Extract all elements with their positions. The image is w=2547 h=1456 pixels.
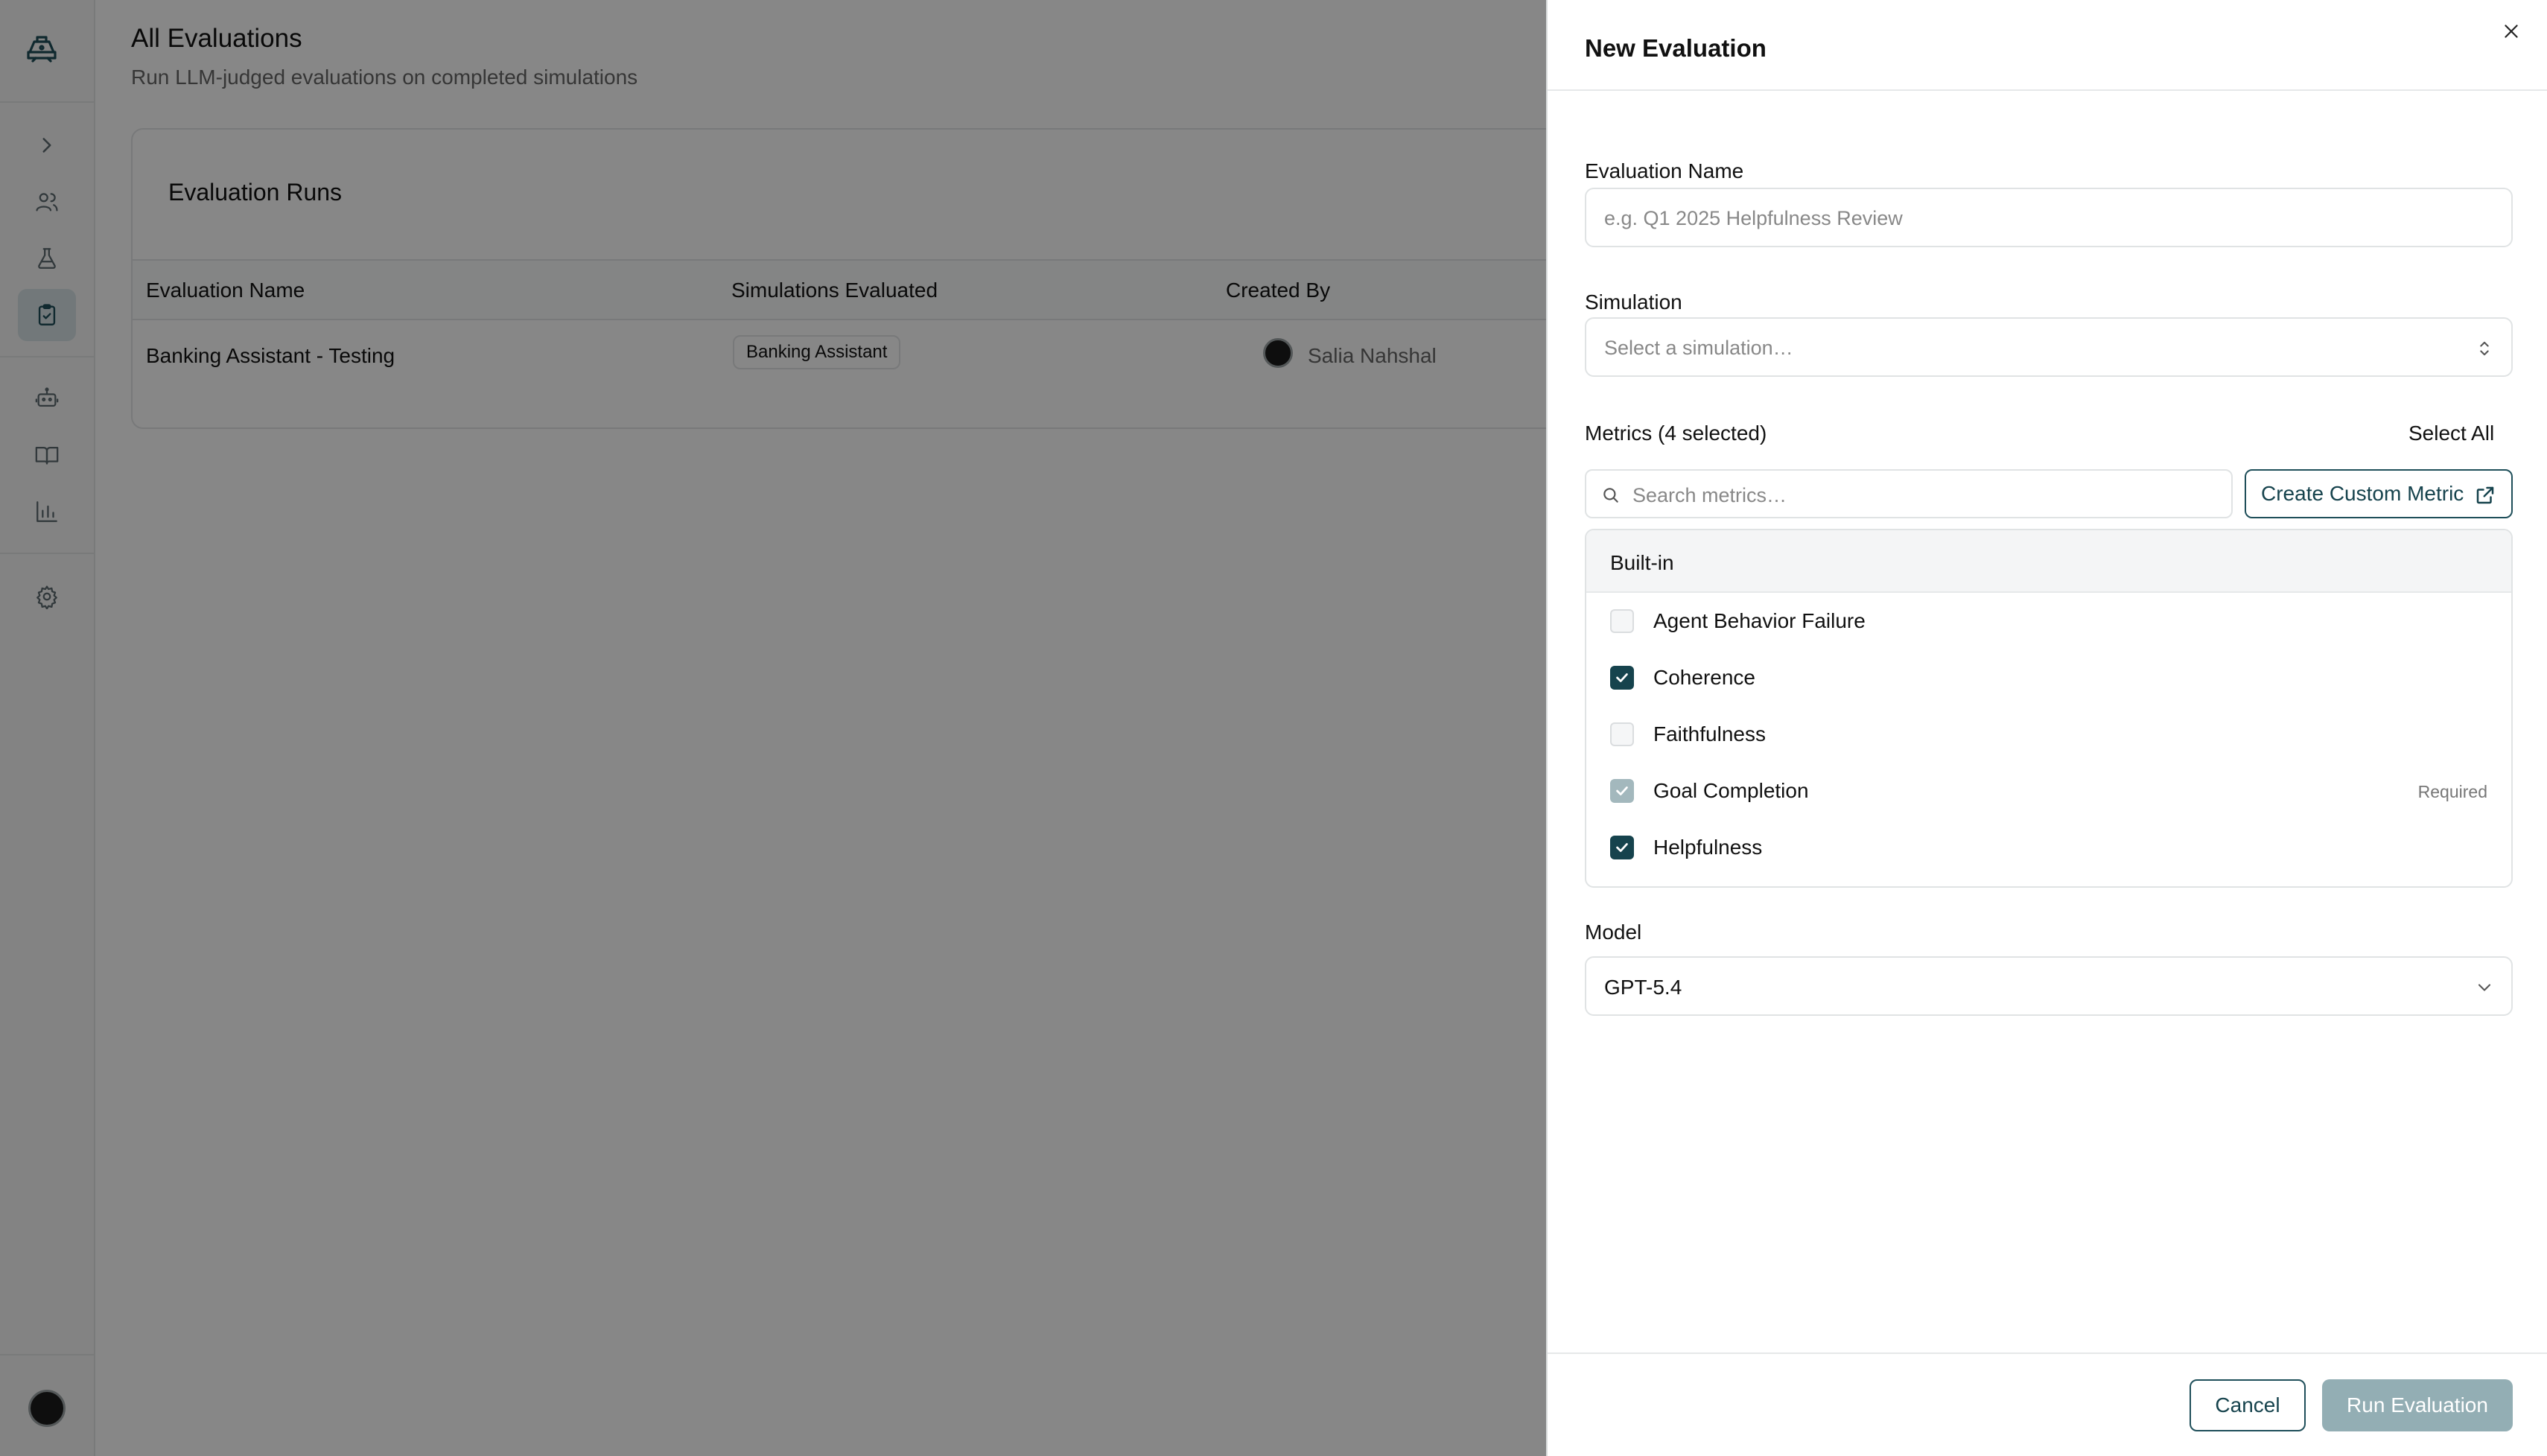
evaluation-name-input[interactable]: e.g. Q1 2025 Helpfulness Review bbox=[1585, 188, 2513, 247]
checkmark-icon bbox=[1616, 786, 1628, 795]
close-button[interactable] bbox=[2498, 18, 2525, 45]
simulation-select[interactable]: Select a simulation… bbox=[1585, 317, 2513, 377]
metrics-group-label: Built-in bbox=[1610, 551, 1674, 574]
metric-item-faithfulness[interactable]: Faithfulness bbox=[1586, 706, 2511, 763]
model-value: GPT-5.4 bbox=[1604, 976, 1682, 999]
drawer-footer-divider bbox=[1548, 1352, 2547, 1354]
chevrons-up-down-icon bbox=[2480, 341, 2489, 356]
evaluation-name-placeholder: e.g. Q1 2025 Helpfulness Review bbox=[1604, 207, 1903, 229]
metric-name: Coherence bbox=[1653, 666, 1755, 689]
metric-item-agent-behavior-failure[interactable]: Agent Behavior Failure bbox=[1586, 593, 2511, 649]
metrics-group-header: Built-in bbox=[1586, 530, 2511, 593]
metric-name: Faithfulness bbox=[1653, 722, 1766, 746]
cancel-button[interactable]: Cancel bbox=[2190, 1379, 2306, 1431]
metric-name: Helpfulness bbox=[1653, 836, 1763, 859]
create-custom-metric-button[interactable]: Create Custom Metric bbox=[2245, 469, 2513, 518]
new-evaluation-drawer: New Evaluation Evaluation Name e.g. Q1 2… bbox=[1546, 0, 2547, 1456]
run-evaluation-button[interactable]: Run Evaluation bbox=[2322, 1379, 2513, 1431]
metric-item-coherence[interactable]: Coherence bbox=[1586, 649, 2511, 706]
simulation-placeholder: Select a simulation… bbox=[1604, 337, 1793, 359]
metric-checkbox[interactable] bbox=[1610, 666, 1634, 690]
metric-name: Agent Behavior Failure bbox=[1653, 609, 1866, 632]
metrics-search-input[interactable]: Search metrics… bbox=[1585, 469, 2233, 518]
external-link-icon bbox=[2476, 486, 2494, 504]
close-icon bbox=[2505, 25, 2518, 38]
model-label: Model bbox=[1585, 921, 1642, 944]
metrics-list: Built-in Agent Behavior Failure Coherenc… bbox=[1585, 529, 2513, 888]
drawer-divider bbox=[1548, 89, 2547, 91]
select-all-button[interactable]: Select All bbox=[2408, 422, 2494, 445]
search-icon bbox=[1603, 488, 1618, 503]
create-custom-metric-label: Create Custom Metric bbox=[2261, 482, 2464, 505]
metric-checkbox[interactable] bbox=[1610, 836, 1634, 859]
simulation-label: Simulation bbox=[1585, 290, 1682, 314]
metric-item-goal-completion: Goal Completion Required bbox=[1586, 763, 2511, 819]
metrics-label: Metrics (4 selected) bbox=[1585, 422, 1767, 445]
drawer-title: New Evaluation bbox=[1585, 34, 1767, 62]
required-badge: Required bbox=[2417, 782, 2487, 801]
metrics-search-placeholder: Search metrics… bbox=[1632, 484, 1787, 506]
metric-checkbox[interactable] bbox=[1610, 609, 1634, 633]
model-select[interactable]: GPT-5.4 bbox=[1585, 956, 2513, 1016]
metric-item-helpfulness[interactable]: Helpfulness bbox=[1586, 819, 2511, 876]
metric-checkbox[interactable] bbox=[1610, 722, 1634, 746]
metric-name: Goal Completion bbox=[1653, 779, 1809, 802]
chevron-down-icon bbox=[2478, 984, 2491, 991]
metric-checkbox-disabled bbox=[1610, 779, 1634, 803]
checkmark-icon bbox=[1616, 673, 1628, 682]
evaluation-name-label: Evaluation Name bbox=[1585, 159, 1744, 182]
checkmark-icon bbox=[1616, 843, 1628, 852]
